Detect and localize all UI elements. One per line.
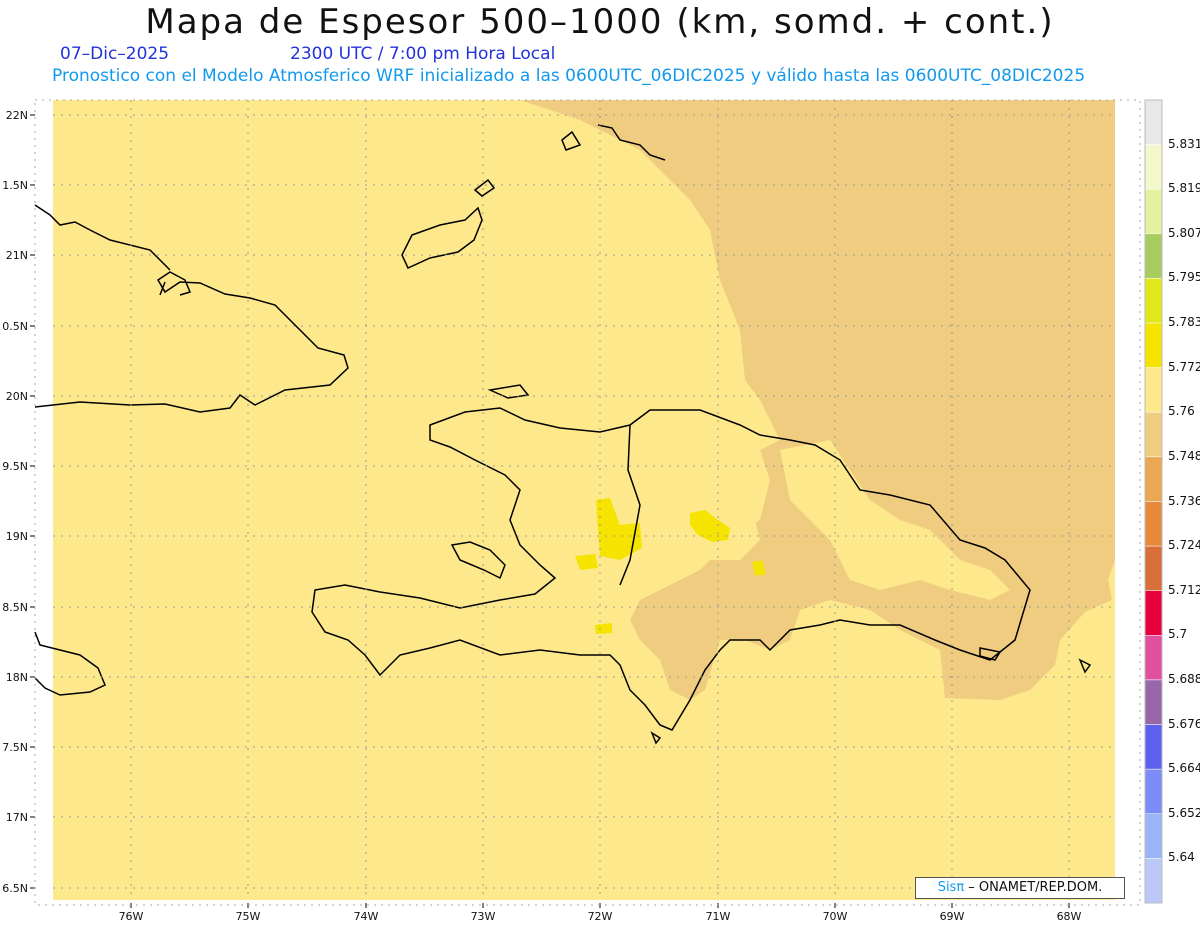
colorbar-label: 5.688 <box>1168 671 1200 686</box>
colorbar-swatch <box>1144 545 1163 591</box>
lat-label: 19N <box>6 530 28 543</box>
lat-label: 1.5N <box>2 179 28 192</box>
lon-label: 73W <box>471 910 496 923</box>
colorbar-swatch <box>1144 456 1163 502</box>
colorbar-label: 5.795 <box>1168 270 1200 285</box>
colorbar-swatch <box>1144 501 1163 547</box>
colorbar-swatch <box>1144 233 1163 279</box>
lat-label: 22N <box>6 109 28 122</box>
colorbar-label: 5.783 <box>1168 315 1200 330</box>
lat-label: 9.5N <box>2 460 28 473</box>
colorbar-label: 5.724 <box>1168 538 1200 553</box>
lat-label: 17N <box>6 811 28 824</box>
colorbar-swatch <box>1144 635 1163 681</box>
lat-label: 8.5N <box>2 601 28 614</box>
credit-box: Sisπ – ONAMET/REP.DOM. <box>915 877 1125 899</box>
colorbar <box>1144 99 1163 904</box>
colorbar-swatch <box>1144 144 1163 190</box>
lon-label: 70W <box>823 910 848 923</box>
colorbar-label: 5.64 <box>1168 850 1195 865</box>
colorbar-swatch <box>1144 858 1163 904</box>
colorbar-label: 5.736 <box>1168 493 1200 508</box>
colorbar-label: 5.652 <box>1168 805 1200 820</box>
colorbar-swatch <box>1144 768 1163 815</box>
lon-label: 71W <box>706 910 731 923</box>
credit-org: – ONAMET/REP.DOM. <box>964 880 1103 895</box>
lat-label: 7.5N <box>2 741 28 754</box>
colorbar-label: 5.772 <box>1168 359 1200 374</box>
colorbar-label: 5.7 <box>1168 627 1188 642</box>
colorbar-swatch <box>1144 322 1163 368</box>
lon-label: 75W <box>236 910 261 923</box>
lon-label: 74W <box>354 910 379 923</box>
lon-label: 68W <box>1057 910 1082 923</box>
credit-brand: Sisπ <box>937 880 965 895</box>
colorbar-swatch <box>1144 278 1163 324</box>
lon-label: 72W <box>588 910 613 923</box>
colorbar-label: 5.831 <box>1168 136 1200 151</box>
colorbar-label: 5.76 <box>1168 404 1195 419</box>
colorbar-label: 5.819 <box>1168 181 1200 196</box>
colorbar-swatch <box>1144 412 1163 458</box>
colorbar-swatch <box>1144 679 1163 725</box>
colorbar-swatch <box>1144 590 1163 636</box>
colorbar-swatch <box>1144 724 1163 770</box>
thickness-map: 22N 1.5N 21N 0.5N 20N 9.5N 19N 8.5N 18N … <box>2 99 1163 923</box>
longitude-labels: 76W 75W 74W 73W 72W 71W 70W 69W 68W <box>119 910 1082 923</box>
colorbar-swatch <box>1144 367 1163 413</box>
lon-label: 69W <box>940 910 965 923</box>
latitude-labels: 22N 1.5N 21N 0.5N 20N 9.5N 19N 8.5N 18N … <box>2 109 28 895</box>
colorbar-label: 5.807 <box>1168 225 1200 240</box>
lat-label: 0.5N <box>2 320 28 333</box>
lon-label: 76W <box>119 910 144 923</box>
lat-label: 6.5N <box>2 882 28 895</box>
colorbar-label: 5.748 <box>1168 448 1200 463</box>
lat-label: 20N <box>6 390 28 403</box>
colorbar-swatch <box>1144 99 1163 145</box>
colorbar-label: 5.664 <box>1168 761 1200 776</box>
lat-label: 21N <box>6 249 28 262</box>
lat-label: 18N <box>6 671 28 684</box>
colorbar-label: 5.712 <box>1168 582 1200 597</box>
colorbar-swatch <box>1144 813 1163 859</box>
colorbar-label: 5.676 <box>1168 716 1200 731</box>
colorbar-swatch <box>1144 188 1163 235</box>
